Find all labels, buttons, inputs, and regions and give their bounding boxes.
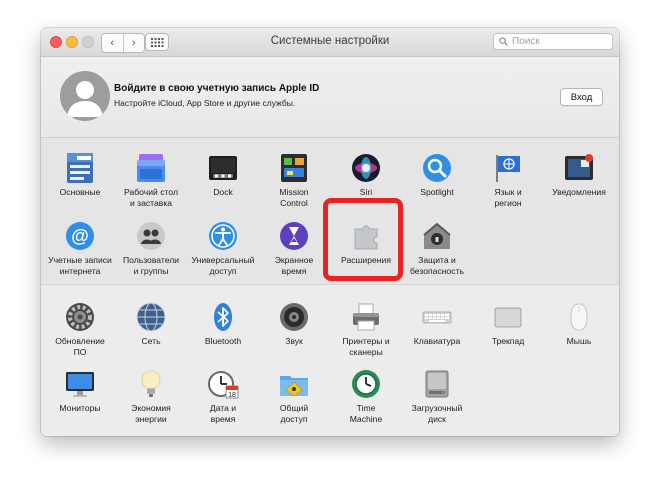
monitor-icon (66, 372, 94, 397)
at-icon: @ (66, 222, 94, 250)
house-lock-icon (423, 222, 451, 249)
pref-startup-disk[interactable]: Загрузочный диск (401, 368, 473, 424)
pref-label: Siri (359, 187, 373, 197)
svg-text:@: @ (71, 226, 89, 246)
pref-label: Дата и время (209, 403, 237, 424)
pref-label: Time Machine (349, 403, 383, 424)
users-icon (137, 222, 165, 250)
personal-prefs-section: Основные Рабочий стол и заставка Dock Mi… (41, 138, 619, 285)
mission-control-icon (281, 154, 307, 182)
siri-icon (352, 154, 380, 182)
pref-extensions[interactable]: Расширения (330, 220, 402, 266)
pref-label: Защита и безопасность (409, 255, 464, 276)
sign-in-button[interactable]: Вход (560, 88, 603, 106)
pref-displays[interactable]: Мониторы (44, 368, 116, 414)
pref-sharing[interactable]: Общий доступ (258, 368, 330, 424)
spotlight-icon (423, 154, 451, 182)
pref-notifications[interactable]: Уведомления (543, 152, 615, 198)
clock-calendar-icon: 18 (208, 371, 239, 399)
gear-icon (66, 303, 94, 331)
system-preferences-window: ‹ › Системные настройки Поиск Войдите в … (41, 28, 619, 436)
pref-siri[interactable]: Siri (330, 152, 402, 198)
search-icon (499, 37, 508, 46)
speaker-icon (280, 303, 308, 331)
bluetooth-icon (214, 303, 232, 331)
pref-accessibility[interactable]: Универсальный доступ (187, 220, 259, 276)
pref-energy-saver[interactable]: Экономия энергии (115, 368, 187, 424)
apple-id-title: Войдите в свою учетную запись Apple ID (114, 83, 320, 94)
apple-id-subtitle: Настройте iCloud, App Store и другие слу… (114, 98, 296, 108)
pref-label: Клавиатура (413, 336, 461, 346)
pref-sound[interactable]: Звук (258, 301, 330, 347)
hourglass-icon (280, 222, 308, 250)
search-input[interactable] (508, 36, 608, 47)
pref-date-time[interactable]: 18 Дата и время (187, 368, 259, 424)
pref-label: Принтеры и сканеры (342, 336, 390, 357)
sharing-folder-icon (280, 376, 308, 397)
pref-label: Spotlight (420, 187, 454, 197)
pref-label: Мониторы (59, 403, 101, 413)
pref-software-update[interactable]: Обновление ПО (44, 301, 116, 357)
pref-label: Расширения (341, 255, 391, 265)
pref-label: Экономия энергии (131, 403, 171, 424)
pref-label: Трекпад (491, 336, 525, 346)
user-silhouette-icon (67, 81, 103, 117)
pref-label: Пользователи и группы (122, 255, 180, 276)
globe-icon (136, 302, 166, 332)
keyboard-icon (422, 311, 452, 324)
pref-label: Загрузочный диск (411, 403, 463, 424)
general-icon (67, 153, 93, 183)
search-field[interactable] (493, 33, 613, 50)
hardware-prefs-section: Обновление ПО Сеть Bluetooth Звук Принте… (41, 285, 619, 436)
pref-security[interactable]: Защита и безопасность (401, 220, 473, 276)
pref-spotlight[interactable]: Spotlight (401, 152, 473, 198)
pref-keyboard[interactable]: Клавиатура (401, 301, 473, 347)
pref-label: Учетные записи интернета (48, 255, 112, 276)
pref-label: Обновление ПО (55, 336, 105, 357)
pref-network[interactable]: Сеть (115, 301, 187, 347)
pref-label: Общий доступ (279, 403, 309, 424)
pref-label: Mission Control (279, 187, 309, 208)
pref-label: Bluetooth (204, 336, 242, 346)
title-bar: ‹ › Системные настройки (41, 28, 619, 57)
pref-label: Мышь (566, 336, 592, 346)
pref-trackpad[interactable]: Трекпад (472, 301, 544, 347)
pref-label: Уведомления (552, 187, 606, 197)
time-machine-icon (352, 370, 380, 398)
pref-dock[interactable]: Dock (187, 152, 259, 198)
pref-label: Основные (59, 187, 101, 197)
pref-bluetooth[interactable]: Bluetooth (187, 301, 259, 347)
pref-mouse[interactable]: Мышь (543, 301, 615, 347)
pref-label: Экранное время (274, 255, 314, 276)
puzzle-icon (354, 225, 378, 250)
pref-screen-time[interactable]: Экранное время (258, 220, 330, 276)
flag-icon (496, 155, 520, 182)
apple-id-banner: Войдите в свою учетную запись Apple ID Н… (41, 57, 619, 138)
printer-icon (353, 303, 379, 331)
pref-label: Сеть (141, 336, 161, 346)
pref-printers[interactable]: Принтеры и сканеры (330, 301, 402, 357)
mouse-icon (570, 303, 588, 331)
avatar[interactable] (60, 71, 110, 121)
pref-label: Язык и регион (494, 187, 522, 208)
disk-icon (425, 370, 449, 398)
svg-text:18: 18 (228, 392, 236, 399)
pref-desktop[interactable]: Рабочий стол и заставка (115, 152, 187, 208)
pref-label: Dock (213, 187, 233, 197)
trackpad-icon (494, 307, 522, 328)
pref-time-machine[interactable]: Time Machine (330, 368, 402, 424)
lightbulb-icon (141, 370, 161, 397)
pref-label: Рабочий стол и заставка (124, 187, 178, 208)
pref-language-region[interactable]: Язык и регион (472, 152, 544, 208)
pref-users-groups[interactable]: Пользователи и группы (115, 220, 187, 276)
dock-icon (209, 156, 237, 180)
pref-label: Звук (285, 336, 303, 346)
pref-general[interactable]: Основные (44, 152, 116, 198)
desktop-icon (137, 154, 165, 182)
notifications-icon (565, 154, 593, 180)
pref-internet-accounts[interactable]: @ Учетные записи интернета (44, 220, 116, 276)
pref-mission-control[interactable]: Mission Control (258, 152, 330, 208)
pref-label: Универсальный доступ (191, 255, 255, 276)
accessibility-icon (209, 222, 237, 250)
